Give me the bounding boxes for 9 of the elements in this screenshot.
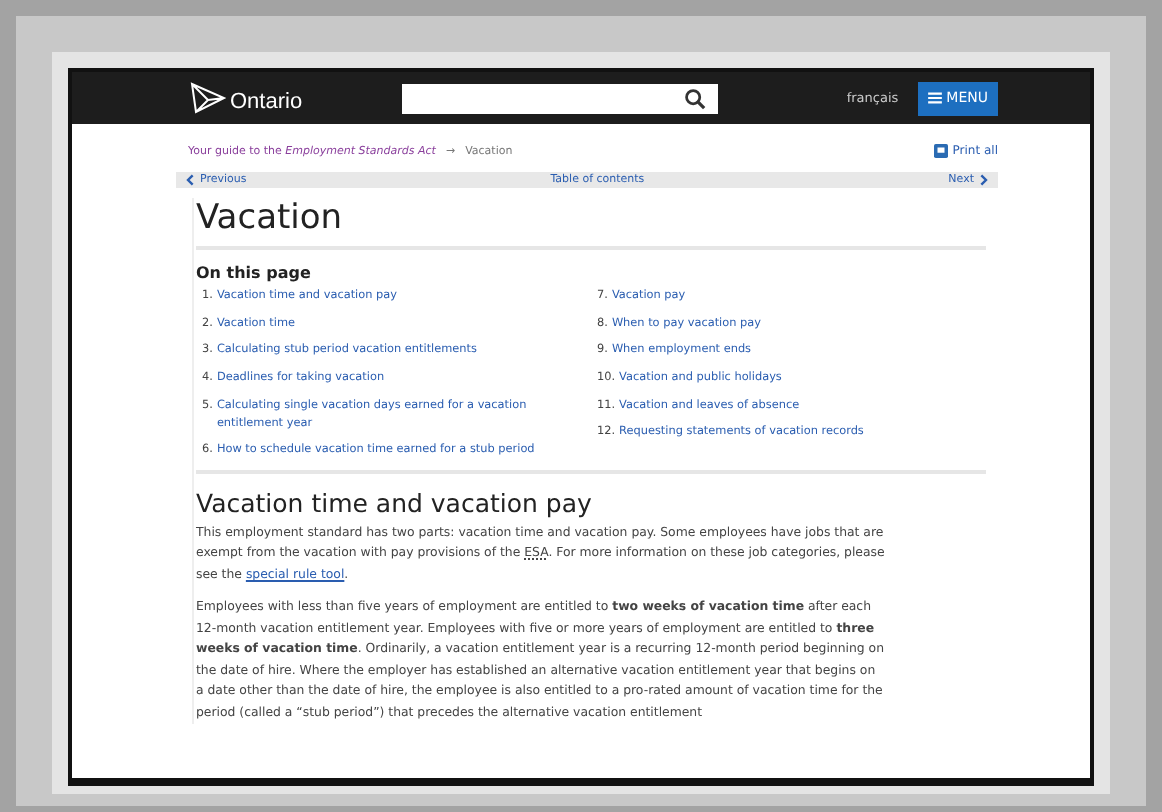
search-field[interactable]: [402, 83, 718, 113]
logo-text[interactable]: Ontario: [230, 90, 303, 114]
search-icon[interactable]: [684, 87, 706, 109]
chevron-left-icon: [186, 174, 194, 186]
on-this-page-heading: On this page: [196, 264, 313, 282]
page-title: Vacation: [196, 198, 345, 238]
section-heading: Vacation time and vacation pay: [196, 487, 594, 518]
menu-icon: [928, 92, 943, 104]
chevron-right-icon: [980, 174, 988, 186]
